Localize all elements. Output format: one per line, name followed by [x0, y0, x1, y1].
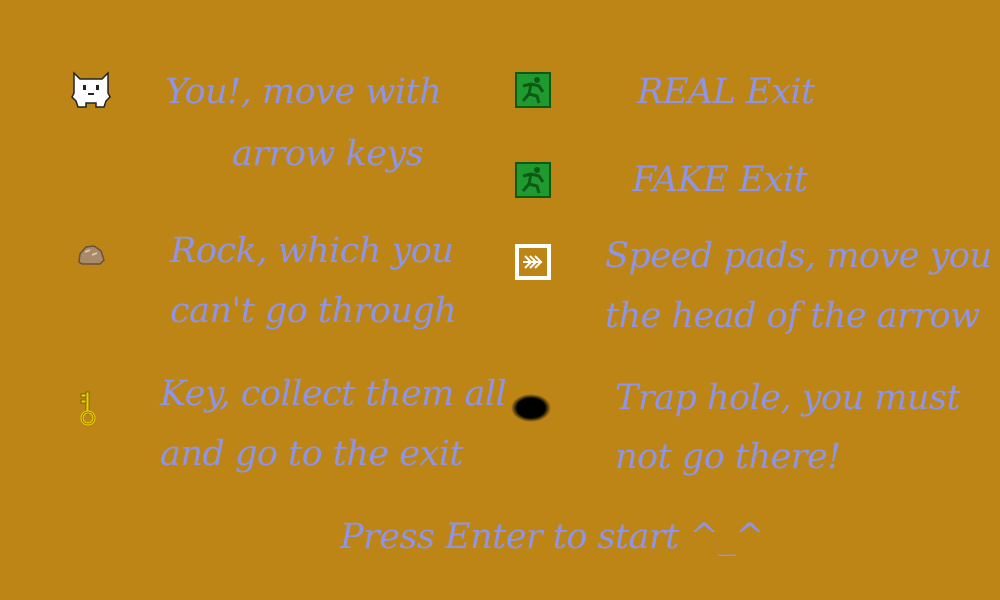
speed-arrow-icon	[515, 244, 551, 280]
cat-player-icon	[70, 71, 112, 111]
player-description-line1: You!, move with	[165, 72, 442, 112]
trap-hole-icon	[510, 392, 552, 424]
fake-exit-icon	[515, 162, 551, 198]
key-icon	[78, 390, 98, 426]
real-exit-label: REAL Exit	[637, 72, 815, 112]
trap-description-line1: Trap hole, you must	[615, 378, 961, 418]
key-description-line1: Key, collect them all	[160, 374, 507, 414]
speed-pad-description-line2: the head of the arrow	[605, 296, 980, 336]
speed-pad-description-line1: Speed pads, move you	[605, 236, 992, 276]
start-prompt[interactable]: Press Enter to start ^_^	[340, 508, 765, 566]
rock-description-line2: can't go through	[170, 291, 457, 331]
rock-description-line1: Rock, which you	[170, 231, 454, 271]
real-exit-icon	[515, 72, 551, 108]
fake-exit-label: FAKE Exit	[632, 160, 808, 200]
player-description-line2: arrow keys	[232, 134, 424, 174]
key-description-line2: and go to the exit	[160, 434, 463, 474]
trap-description-line2: not go there!	[615, 437, 841, 477]
rock-icon	[76, 242, 106, 266]
